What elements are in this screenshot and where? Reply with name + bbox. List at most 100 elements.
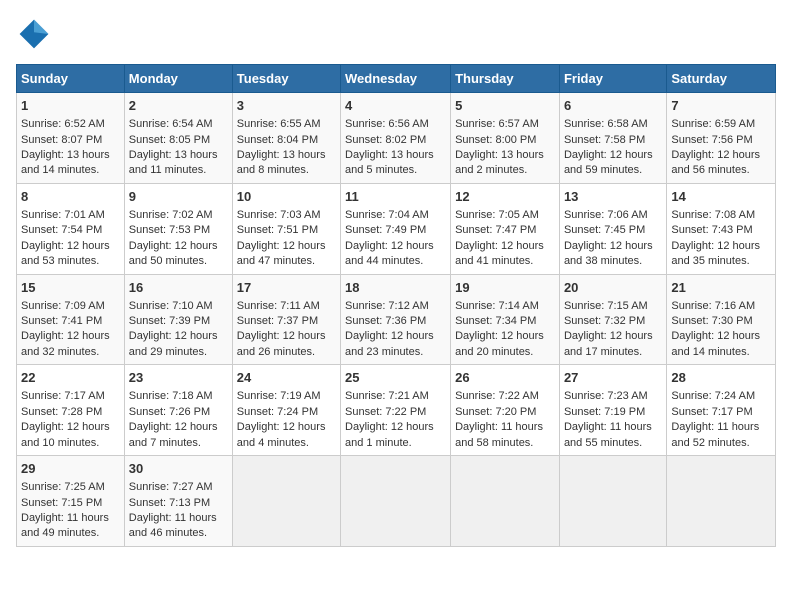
col-friday: Friday	[559, 65, 666, 93]
sunrise-label: Sunrise: 7:01 AM	[21, 209, 105, 221]
daylight-label: Daylight: 13 hours and 11 minutes.	[129, 149, 218, 176]
daylight-label: Daylight: 12 hours and 56 minutes.	[671, 149, 760, 176]
calendar-week-row: 22 Sunrise: 7:17 AM Sunset: 7:28 PM Dayligh…	[17, 365, 776, 456]
sunset-label: Sunset: 7:17 PM	[671, 406, 752, 418]
daylight-label: Daylight: 12 hours and 4 minutes.	[237, 421, 326, 448]
calendar-cell: 7 Sunrise: 6:59 AM Sunset: 7:56 PM Daylight…	[667, 93, 776, 184]
daylight-label: Daylight: 12 hours and 20 minutes.	[455, 330, 544, 357]
sunrise-label: Sunrise: 6:52 AM	[21, 118, 105, 130]
sunset-label: Sunset: 8:05 PM	[129, 134, 210, 146]
calendar-body: 1Sunrise: 6:52 AMSunset: 8:07 PMDaylight…	[17, 93, 776, 547]
calendar-week-row: 1Sunrise: 6:52 AMSunset: 8:07 PMDaylight…	[17, 93, 776, 184]
sunrise-label: Sunrise: 7:02 AM	[129, 209, 213, 221]
sunrise-label: Sunrise: 6:59 AM	[671, 118, 755, 130]
daylight-label: Daylight: 12 hours and 59 minutes.	[564, 149, 653, 176]
calendar-cell: 28Sunrise: 7:24 AMSunset: 7:17 PMDayligh…	[667, 365, 776, 456]
day-number: 29	[21, 460, 120, 478]
calendar-cell	[232, 456, 340, 547]
sunset-label: Sunset: 7:53 PM	[129, 224, 210, 236]
daylight-label: Daylight: 12 hours and 47 minutes.	[237, 240, 326, 267]
calendar-cell: 29Sunrise: 7:25 AMSunset: 7:15 PMDayligh…	[17, 456, 125, 547]
day-number: 11	[345, 188, 446, 206]
sunset-label: Sunset: 8:04 PM	[237, 134, 318, 146]
sunset-label: Sunset: 7:56 PM	[671, 134, 752, 146]
calendar-cell: 19Sunrise: 7:14 AMSunset: 7:34 PMDayligh…	[451, 274, 560, 365]
calendar-cell: 9 Sunrise: 7:02 AM Sunset: 7:53 PM Daylight…	[124, 183, 232, 274]
calendar-cell: 13Sunrise: 7:06 AMSunset: 7:45 PMDayligh…	[559, 183, 666, 274]
day-number: 19	[455, 279, 555, 297]
day-number: 9	[129, 188, 228, 206]
header-row: Sunday Monday Tuesday Wednesday Thursday…	[17, 65, 776, 93]
calendar-cell	[451, 456, 560, 547]
sunrise-label: Sunrise: 7:10 AM	[129, 300, 213, 312]
calendar-cell: 18 Sunrise: 7:12 AM Sunset: 7:36 PM Dayligh…	[341, 274, 451, 365]
calendar-cell: 10Sunrise: 7:03 AMSunset: 7:51 PMDayligh…	[232, 183, 340, 274]
daylight-label: Daylight: 11 hours and 58 minutes.	[455, 421, 543, 448]
daylight-label: Daylight: 12 hours and 10 minutes.	[21, 421, 110, 448]
day-number: 27	[564, 369, 662, 387]
calendar-cell: 21Sunrise: 7:16 AMSunset: 7:30 PMDayligh…	[667, 274, 776, 365]
sunset-label: Sunset: 7:15 PM	[21, 497, 102, 509]
day-number: 15	[21, 279, 120, 297]
daylight-label: Daylight: 12 hours and 32 minutes.	[21, 330, 110, 357]
daylight-label: Daylight: 13 hours and 14 minutes.	[21, 149, 110, 176]
calendar-cell	[341, 456, 451, 547]
day-number: 7	[671, 97, 771, 115]
calendar-week-row: 29Sunrise: 7:25 AMSunset: 7:15 PMDayligh…	[17, 456, 776, 547]
day-number: 22	[21, 369, 120, 387]
sunrise-label: Sunrise: 7:23 AM	[564, 390, 648, 402]
sunset-label: Sunset: 7:28 PM	[21, 406, 102, 418]
sunrise-label: Sunrise: 7:03 AM	[237, 209, 321, 221]
sunrise-label: Sunrise: 7:11 AM	[237, 300, 320, 312]
daylight-label: Daylight: 12 hours and 50 minutes.	[129, 240, 218, 267]
daylight-label: Daylight: 13 hours and 2 minutes.	[455, 149, 544, 176]
daylight-label: Daylight: 13 hours and 5 minutes.	[345, 149, 434, 176]
sunset-label: Sunset: 7:13 PM	[129, 497, 210, 509]
daylight-label: Daylight: 12 hours and 35 minutes.	[671, 240, 760, 267]
calendar-week-row: 15Sunrise: 7:09 AMSunset: 7:41 PMDayligh…	[17, 274, 776, 365]
sunrise-label: Sunrise: 7:16 AM	[671, 300, 755, 312]
daylight-label: Daylight: 12 hours and 26 minutes.	[237, 330, 326, 357]
daylight-label: Daylight: 12 hours and 23 minutes.	[345, 330, 434, 357]
sunrise-label: Sunrise: 7:12 AM	[345, 300, 429, 312]
calendar-cell: 11Sunrise: 7:04 AMSunset: 7:49 PMDayligh…	[341, 183, 451, 274]
sunset-label: Sunset: 7:58 PM	[564, 134, 645, 146]
day-number: 24	[237, 369, 336, 387]
day-number: 20	[564, 279, 662, 297]
day-number: 25	[345, 369, 446, 387]
calendar-cell: 20Sunrise: 7:15 AMSunset: 7:32 PMDayligh…	[559, 274, 666, 365]
day-number: 21	[671, 279, 771, 297]
col-monday: Monday	[124, 65, 232, 93]
sunset-label: Sunset: 7:32 PM	[564, 315, 645, 327]
sunrise-label: Sunrise: 7:22 AM	[455, 390, 539, 402]
sunrise-label: Sunrise: 6:56 AM	[345, 118, 429, 130]
sunset-label: Sunset: 7:39 PM	[129, 315, 210, 327]
day-number: 4	[345, 97, 446, 115]
sunrise-label: Sunrise: 7:25 AM	[21, 481, 105, 493]
calendar-cell: 22 Sunrise: 7:17 AM Sunset: 7:28 PM Dayligh…	[17, 365, 125, 456]
sunset-label: Sunset: 7:37 PM	[237, 315, 318, 327]
sunrise-label: Sunrise: 7:06 AM	[564, 209, 648, 221]
daylight-label: Daylight: 12 hours and 17 minutes.	[564, 330, 653, 357]
sunset-label: Sunset: 7:20 PM	[455, 406, 536, 418]
daylight-label: Daylight: 12 hours and 53 minutes.	[21, 240, 110, 267]
day-number: 17	[237, 279, 336, 297]
sunrise-label: Sunrise: 7:17 AM	[21, 390, 105, 402]
col-wednesday: Wednesday	[341, 65, 451, 93]
sunset-label: Sunset: 7:24 PM	[237, 406, 318, 418]
day-number: 16	[129, 279, 228, 297]
day-number: 18	[345, 279, 446, 297]
logo	[16, 16, 58, 52]
sunset-label: Sunset: 7:34 PM	[455, 315, 536, 327]
calendar-cell: 5Sunrise: 6:57 AMSunset: 8:00 PMDaylight…	[451, 93, 560, 184]
sunrise-label: Sunrise: 7:04 AM	[345, 209, 429, 221]
sunset-label: Sunset: 7:36 PM	[345, 315, 426, 327]
calendar-cell: 1Sunrise: 6:52 AMSunset: 8:07 PMDaylight…	[17, 93, 125, 184]
calendar-cell: 6Sunrise: 6:58 AMSunset: 7:58 PMDaylight…	[559, 93, 666, 184]
calendar-header: Sunday Monday Tuesday Wednesday Thursday…	[17, 65, 776, 93]
daylight-label: Daylight: 12 hours and 29 minutes.	[129, 330, 218, 357]
calendar-cell	[559, 456, 666, 547]
daylight-label: Daylight: 12 hours and 7 minutes.	[129, 421, 218, 448]
sunset-label: Sunset: 7:19 PM	[564, 406, 645, 418]
day-number: 26	[455, 369, 555, 387]
